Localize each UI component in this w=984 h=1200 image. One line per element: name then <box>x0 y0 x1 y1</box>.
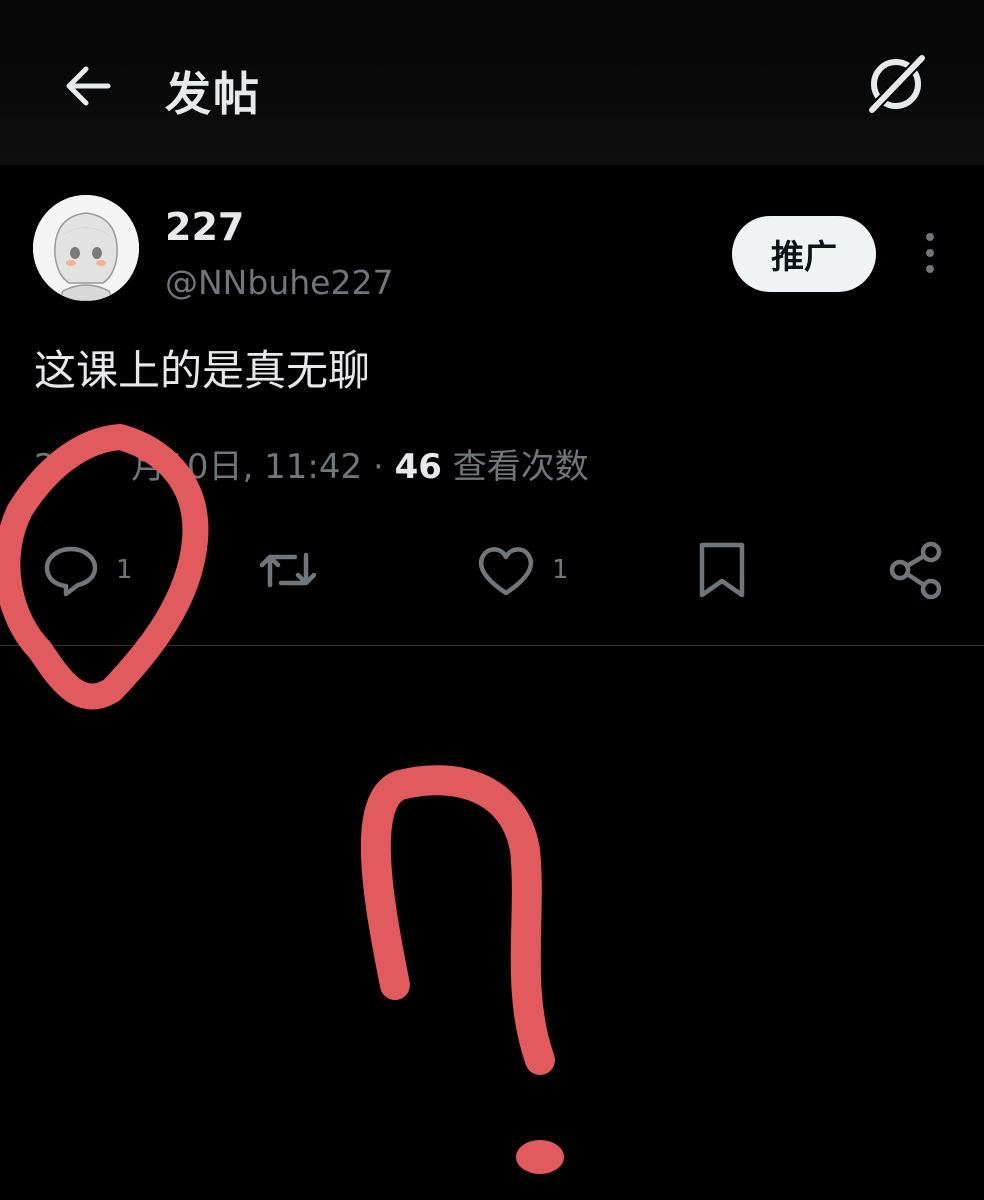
post-meta: 2 月10日, 11:42 · 46 查看次数 <box>34 439 589 488</box>
top-bar: 发帖 <box>0 0 984 165</box>
avatar[interactable] <box>33 195 139 301</box>
reply-button[interactable]: 1 <box>40 538 133 602</box>
promote-button[interactable]: 推广 <box>732 216 876 292</box>
like-count: 1 <box>552 555 569 585</box>
arrow-left-icon <box>66 66 111 106</box>
bookmark-button[interactable] <box>694 538 750 602</box>
avatar-illustration <box>33 195 139 301</box>
grok-icon <box>866 52 928 116</box>
author-handle[interactable]: @NNbuhe227 <box>165 263 393 302</box>
back-button[interactable] <box>58 56 118 116</box>
page-title: 发帖 <box>165 67 261 121</box>
divider <box>0 645 984 646</box>
author-display-name[interactable]: 227 <box>165 205 244 249</box>
annotation-question-dot <box>516 1140 564 1174</box>
share-icon <box>889 541 942 600</box>
retweet-icon <box>259 552 317 588</box>
like-button[interactable]: 1 <box>474 538 569 602</box>
meta-separator: · <box>362 447 395 487</box>
more-vertical-icon <box>926 233 934 273</box>
retweet-button[interactable] <box>255 538 321 602</box>
grok-button[interactable] <box>860 48 932 120</box>
views-label: 查看次数 <box>441 447 589 487</box>
views-count: 46 <box>394 447 442 487</box>
like-icon <box>478 547 534 596</box>
share-button[interactable] <box>886 538 946 602</box>
bookmark-icon <box>699 542 745 598</box>
more-options-button[interactable] <box>914 230 946 276</box>
post-timestamp[interactable]: 2 月10日, 11:42 <box>34 447 362 487</box>
reply-count: 1 <box>116 555 133 585</box>
annotation-question-mark <box>360 765 555 1075</box>
reply-icon <box>44 546 98 597</box>
post-text: 这课上的是真无聊 <box>34 346 371 395</box>
